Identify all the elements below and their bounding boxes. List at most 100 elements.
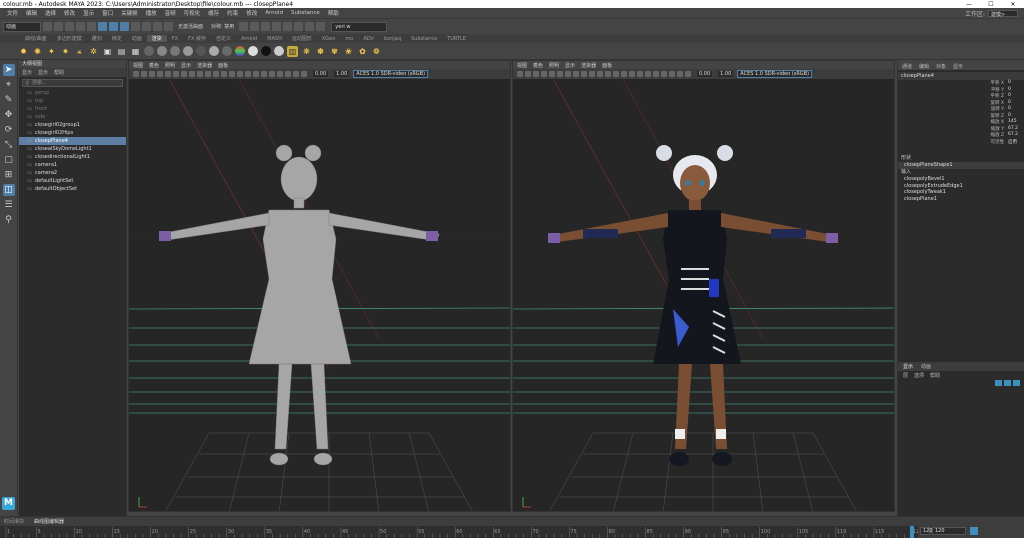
blinn-ball-icon[interactable]	[157, 46, 167, 56]
film-gate-icon[interactable]	[557, 71, 563, 77]
camera-attributes-icon[interactable]	[141, 71, 147, 77]
outliner-row[interactable]: ▭ top	[19, 97, 126, 105]
minimize-button[interactable]: —	[958, 1, 980, 8]
shelf-tab[interactable]: 绑定	[107, 35, 127, 42]
shelf-tab[interactable]: ADV	[358, 36, 379, 42]
point-light-icon[interactable]: ✹	[18, 46, 29, 57]
end-frame-field[interactable]: 120	[932, 527, 966, 535]
redo-icon[interactable]	[87, 22, 96, 31]
color-space-dropdown[interactable]: ACES 1.0 SDR-video (sRGB)	[737, 70, 813, 78]
shelf-tab[interactable]: 曲线/曲面	[20, 35, 52, 42]
color-space-dropdown[interactable]: ACES 1.0 SDR-video (sRGB)	[353, 70, 429, 78]
lambert-ball-icon[interactable]	[144, 46, 154, 56]
shelf-tab[interactable]: 运动图形	[287, 35, 317, 42]
outliner-row[interactable]: ▭ front	[19, 105, 126, 113]
shelf-tab[interactable]: 渲染	[146, 35, 167, 42]
arnold-photometric-icon[interactable]: ❀	[343, 46, 354, 57]
outliner-row[interactable]: ▭ camera1	[19, 161, 126, 169]
menu-item[interactable]: 修改	[60, 9, 79, 17]
xgen-icon[interactable]	[316, 22, 326, 31]
layer-up-icon[interactable]	[995, 380, 1002, 386]
shape-node[interactable]: closepPlaneShape1	[898, 162, 1024, 169]
exposure-field[interactable]: 0.00	[313, 71, 329, 77]
outliner-layout-icon[interactable]: ☰	[3, 199, 15, 211]
snap-surface-icon[interactable]	[164, 22, 173, 31]
viewport-menu-item[interactable]: 视图	[517, 62, 527, 69]
safe-action-icon[interactable]	[589, 71, 595, 77]
menu-item[interactable]: 帮助	[324, 9, 343, 17]
select-tool-icon[interactable]: ➤	[2, 64, 15, 76]
four-view-icon[interactable]: ⊞	[3, 169, 15, 181]
ambient-light-icon[interactable]: ✲	[88, 46, 99, 57]
volume-light-icon[interactable]: ✷	[60, 46, 71, 57]
snap-grid-icon[interactable]	[131, 22, 140, 31]
menu-set-dropdown[interactable]: 动画	[3, 21, 41, 32]
menu-item[interactable]: Arnold	[261, 10, 287, 16]
viewport-menu-item[interactable]: 显示	[181, 62, 191, 69]
camera-icon[interactable]: ▣	[102, 46, 113, 57]
channel-box-tab[interactable]: 显示	[953, 63, 963, 70]
checker-texture-icon[interactable]: ▥	[287, 45, 298, 57]
gamma-field[interactable]: 1.00	[334, 71, 350, 77]
outliner-row[interactable]: ▭ persp	[19, 89, 126, 97]
shelf-tab[interactable]: 雕刻	[87, 35, 107, 42]
shelf-tab[interactable]: Arnold	[236, 36, 262, 42]
search-icon[interactable]: ⚲	[3, 214, 15, 226]
arnold-mesh-light-icon[interactable]: ✾	[329, 46, 340, 57]
menu-item[interactable]: Substance	[287, 10, 324, 16]
shelf-tab[interactable]: MASH	[262, 36, 287, 42]
viewport-menu-item[interactable]: 显示	[565, 62, 575, 69]
spot-light-icon[interactable]: ✺	[32, 46, 43, 57]
viewport-menu-item[interactable]: 视图	[133, 62, 143, 69]
shelf-tab[interactable]: FX	[167, 36, 183, 42]
motion-blur-icon[interactable]	[261, 71, 267, 77]
select-component-icon[interactable]	[120, 22, 129, 31]
lights-icon[interactable]	[621, 71, 627, 77]
render-current-icon[interactable]	[239, 22, 249, 31]
new-layer-icon[interactable]	[1013, 380, 1020, 386]
anti-alias-icon[interactable]	[269, 71, 275, 77]
camera-dropdown[interactable]: yeri w	[331, 21, 388, 32]
new-scene-icon[interactable]	[43, 22, 52, 31]
maximize-button[interactable]: ☐	[980, 1, 1002, 8]
outliner-row[interactable]: ▭ closedirectionalLight1	[19, 153, 126, 161]
xray-icon[interactable]	[293, 71, 299, 77]
channel-box-tab[interactable]: 对象	[936, 63, 946, 70]
depth-of-field-icon[interactable]	[661, 71, 667, 77]
outliner-row[interactable]: ▭ defaultObjectSet	[19, 185, 126, 193]
film-gate-icon[interactable]	[173, 71, 179, 77]
viewport-right[interactable]: 视图 着色 照明 显示 渲染器 面板 0.00 1.00 ACES 1.0 SDR-vid…	[512, 60, 895, 512]
channel-value[interactable]: 启用	[1008, 139, 1018, 146]
image-plane-icon[interactable]	[157, 71, 163, 77]
shelf-tab[interactable]: XGen	[317, 36, 341, 42]
timeline-tab[interactable]: 曲线图编辑器	[34, 518, 64, 525]
close-button[interactable]: ✕	[1002, 1, 1024, 8]
wireframe-icon[interactable]	[597, 71, 603, 77]
shelf-tab[interactable]: 多边形建模	[52, 35, 87, 42]
isolate-select-icon[interactable]	[669, 71, 675, 77]
select-camera-icon[interactable]	[517, 71, 523, 77]
light-editor-icon[interactable]	[305, 22, 315, 31]
viewport-menu-item[interactable]: 渲染器	[581, 62, 596, 69]
outliner-menu-item[interactable]: 显示	[38, 69, 48, 76]
exposure-field[interactable]: 0.00	[697, 71, 713, 77]
viewport-menu-item[interactable]: 照明	[549, 62, 559, 69]
save-scene-icon[interactable]	[65, 22, 74, 31]
workspace-selector[interactable]: 工作区: 建模>	[965, 9, 1018, 18]
two-view-icon[interactable]: ◫	[2, 184, 15, 196]
layer-tab[interactable]: 显示	[903, 363, 913, 370]
outliner-menu-item[interactable]: 显示	[22, 69, 32, 76]
ipr-render-icon[interactable]	[250, 22, 260, 31]
ambient-occlusion-icon[interactable]	[637, 71, 643, 77]
select-camera-icon[interactable]	[133, 71, 139, 77]
menu-item[interactable]: 可视化	[180, 9, 205, 17]
resolution-gate-icon[interactable]	[181, 71, 187, 77]
layer-menu-item[interactable]: 层	[903, 372, 908, 379]
menu-item[interactable]: 约束	[223, 9, 242, 17]
xray-joints-icon[interactable]	[685, 71, 691, 77]
xray-joints-icon[interactable]	[301, 71, 307, 77]
select-object-icon[interactable]	[109, 22, 118, 31]
textured-icon[interactable]	[229, 71, 235, 77]
arnold-physical-sky-icon[interactable]: ❁	[371, 46, 382, 57]
shelf-tab[interactable]: bonjaq	[379, 36, 406, 42]
